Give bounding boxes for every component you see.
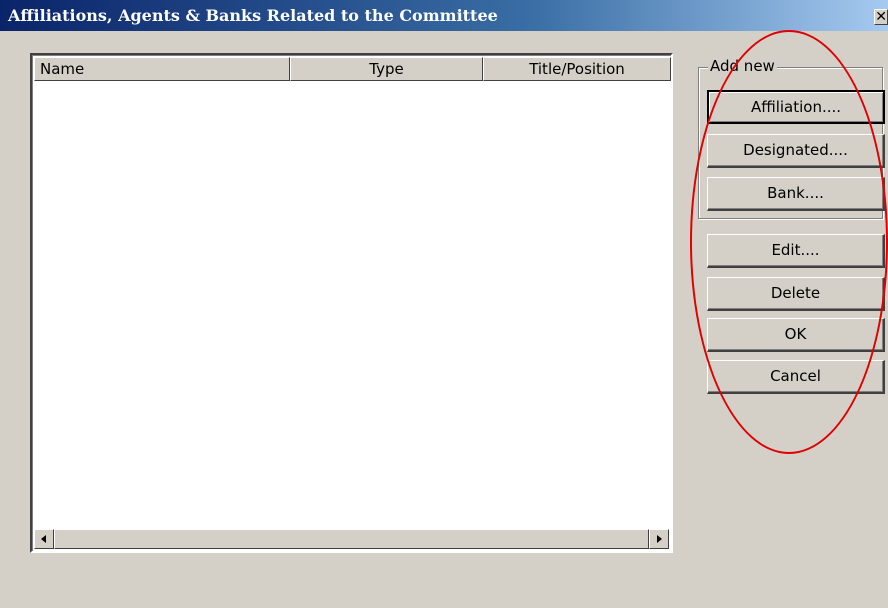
scroll-left-button[interactable] bbox=[34, 529, 54, 549]
edit-button[interactable]: Edit.... bbox=[707, 234, 885, 268]
close-icon: ✕ bbox=[875, 9, 887, 25]
affiliations-list[interactable]: Name Type Title/Position bbox=[30, 53, 673, 553]
add-new-label: Add new bbox=[708, 57, 777, 75]
cancel-button[interactable]: Cancel bbox=[707, 360, 885, 394]
horizontal-scrollbar[interactable] bbox=[34, 529, 669, 549]
column-header-name[interactable]: Name bbox=[34, 57, 290, 81]
list-header: Name Type Title/Position bbox=[34, 57, 671, 81]
add-bank-button[interactable]: Bank.... bbox=[707, 177, 885, 211]
left-arrow-icon bbox=[41, 535, 46, 543]
delete-button[interactable]: Delete bbox=[707, 277, 885, 311]
close-button[interactable]: ✕ bbox=[874, 9, 888, 25]
column-header-type[interactable]: Type bbox=[290, 57, 483, 81]
right-arrow-icon bbox=[657, 535, 662, 543]
window-title: Affiliations, Agents & Banks Related to … bbox=[8, 6, 498, 25]
ok-button[interactable]: OK bbox=[707, 318, 885, 352]
scroll-thumb[interactable] bbox=[54, 529, 649, 549]
column-header-title-position[interactable]: Title/Position bbox=[483, 57, 671, 81]
title-bar: Affiliations, Agents & Banks Related to … bbox=[0, 0, 888, 31]
add-designated-button[interactable]: Designated.... bbox=[707, 134, 885, 168]
scroll-right-button[interactable] bbox=[649, 529, 669, 549]
add-affiliation-button[interactable]: Affiliation.... bbox=[707, 90, 885, 124]
